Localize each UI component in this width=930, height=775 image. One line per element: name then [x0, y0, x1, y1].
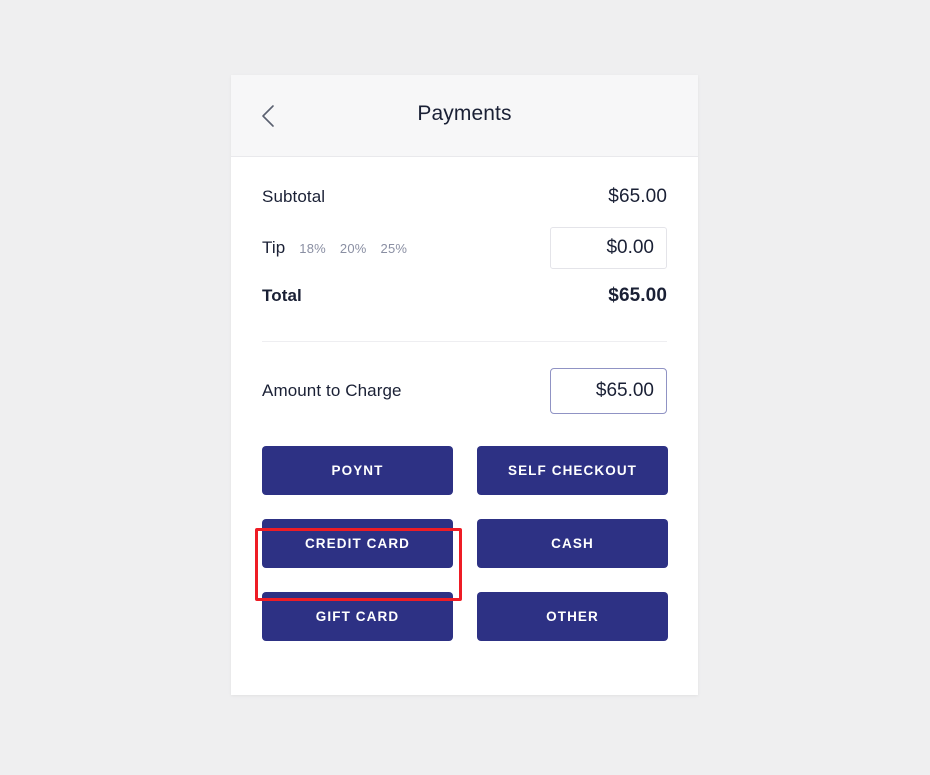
tip-option-18[interactable]: 18%	[299, 241, 326, 256]
amount-to-charge-input[interactable]: $65.00	[550, 368, 667, 414]
payment-button-poynt[interactable]: POYNT	[262, 446, 453, 495]
screen: Payments Subtotal $65.00 Tip 18% 20% 25%	[0, 0, 930, 775]
tip-options: 18% 20% 25%	[299, 241, 407, 256]
tip-option-25[interactable]: 25%	[381, 241, 408, 256]
page-title: Payments	[417, 102, 512, 125]
subtotal-row: Subtotal $65.00	[262, 157, 667, 223]
payment-button-other[interactable]: OTHER	[477, 592, 668, 641]
tip-option-20[interactable]: 20%	[340, 241, 367, 256]
payment-button-gift-card[interactable]: GIFT CARD	[262, 592, 453, 641]
tip-left-group: Tip 18% 20% 25%	[262, 238, 407, 258]
tip-row: Tip 18% 20% 25% $0.00	[262, 223, 667, 273]
payment-button-cash[interactable]: CASH	[477, 519, 668, 568]
amount-to-charge-label: Amount to Charge	[262, 381, 402, 400]
total-label: Total	[262, 286, 302, 305]
payments-card: Payments Subtotal $65.00 Tip 18% 20% 25%	[231, 75, 698, 695]
amount-to-charge-row: Amount to Charge $65.00	[262, 342, 667, 440]
payment-button-self-checkout[interactable]: SELF CHECKOUT	[477, 446, 668, 495]
tip-label: Tip	[262, 238, 286, 257]
payment-button-credit-card[interactable]: CREDIT CARD	[262, 519, 453, 568]
total-row: Total $65.00	[262, 273, 667, 319]
tip-amount-input[interactable]: $0.00	[550, 227, 667, 269]
card-header: Payments	[231, 75, 698, 157]
card-body: Subtotal $65.00 Tip 18% 20% 25% $0.00 To…	[231, 157, 698, 641]
total-value: $65.00	[608, 285, 667, 306]
payment-methods-grid: POYNT SELF CHECKOUT CREDIT CARD CASH GIF…	[262, 446, 668, 641]
subtotal-label: Subtotal	[262, 187, 326, 206]
subtotal-value: $65.00	[608, 186, 667, 207]
